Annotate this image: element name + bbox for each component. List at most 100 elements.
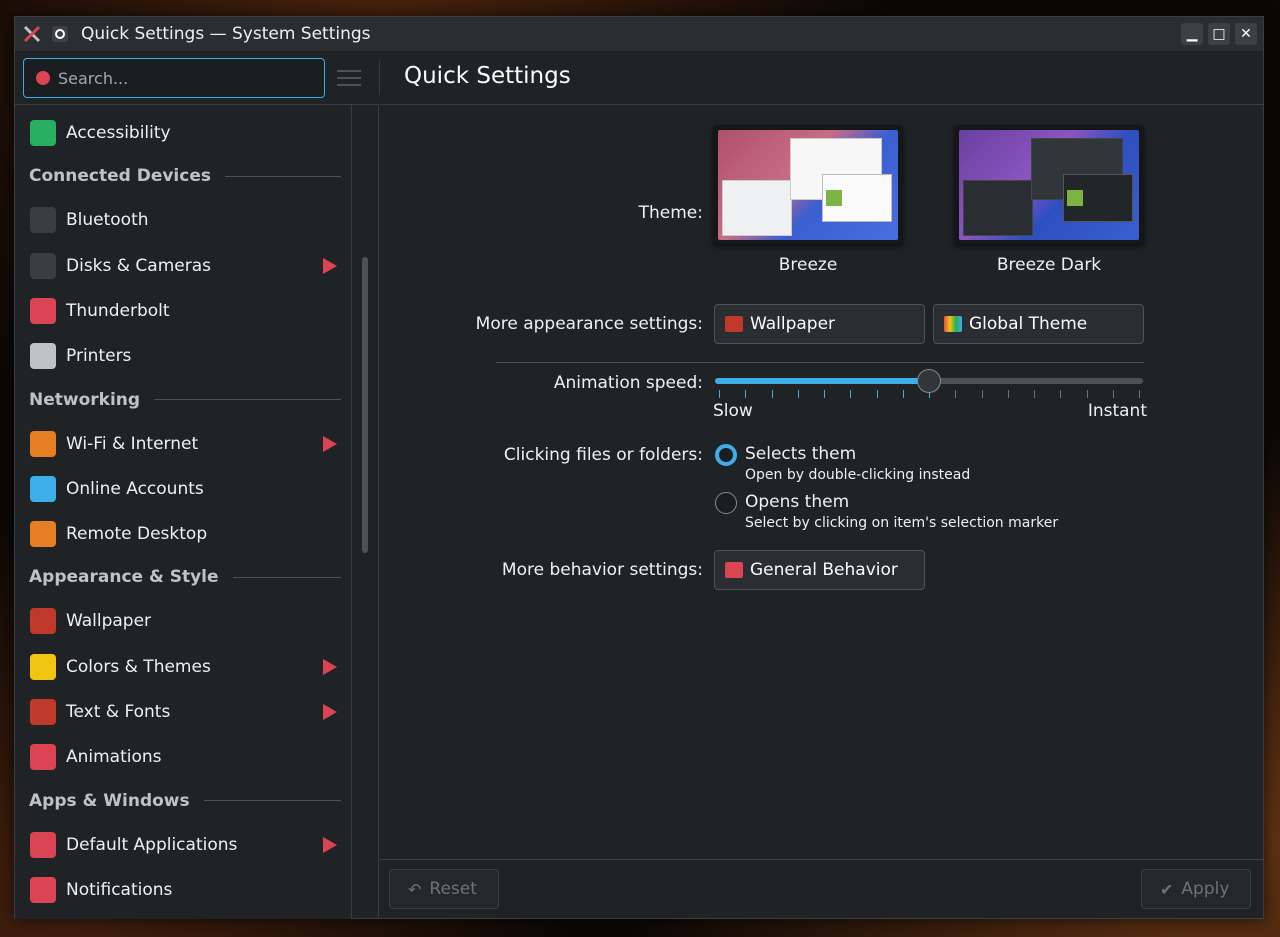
missing-icon	[30, 297, 56, 324]
sidebar-item[interactable]: Bluetooth	[15, 200, 351, 240]
theme-card-breeze[interactable]: Breeze	[713, 125, 903, 275]
search-input[interactable]	[58, 68, 298, 88]
slider-tick	[955, 390, 957, 398]
sidebar-item[interactable]: Thunderbolt	[15, 291, 351, 331]
slider-tick	[771, 390, 773, 398]
sidebar-category: Apps & Windows	[29, 789, 341, 813]
maximize-button[interactable]: □	[1208, 23, 1230, 45]
sidebar-category: Connected Devices	[29, 164, 341, 188]
minimize-button[interactable]: ▁	[1181, 23, 1203, 45]
sidebar-item[interactable]: Printers	[15, 336, 351, 376]
sidebar-category: Networking	[29, 388, 341, 412]
slider-tick	[902, 390, 904, 398]
more-appearance-label: More appearance settings:	[475, 314, 703, 334]
tools-icon	[30, 252, 56, 279]
sidebar-item[interactable]: Wallpaper	[15, 601, 351, 641]
accessibility-icon	[30, 120, 56, 146]
theme-label: Theme:	[638, 203, 703, 223]
animation-speed-slider[interactable]: Slow Instant	[713, 367, 1147, 427]
slider-handle[interactable]	[917, 369, 941, 393]
tools-icon[interactable]	[21, 23, 43, 45]
category-divider	[225, 175, 341, 177]
radio-description: Select by clicking on item's selection m…	[745, 515, 1059, 531]
wallpaper-icon	[725, 316, 743, 332]
slider-max-label: Instant	[1087, 401, 1147, 421]
submenu-arrow-icon	[323, 257, 337, 274]
sidebar-category: Appearance & Style	[29, 565, 341, 589]
main-content: Theme: Breeze Breeze Dark More appearanc…	[380, 105, 1263, 859]
radio-label: Opens them	[745, 492, 850, 512]
sidebar-item-label: Online Accounts	[66, 478, 204, 499]
general-behavior-button[interactable]: General Behavior	[714, 550, 925, 590]
general-behavior-button-label: General Behavior	[750, 560, 898, 580]
submenu-arrow-icon	[323, 704, 337, 720]
sidebar-item[interactable]: Animations	[15, 737, 351, 777]
system-settings-window: Quick Settings — System Settings ▁ □ ✕ A…	[14, 16, 1264, 919]
sidebar-item[interactable]: Text & Fonts	[15, 692, 351, 732]
apply-button[interactable]: ✔ Apply	[1141, 869, 1251, 909]
printer-icon	[30, 343, 56, 370]
wallpaper-button-label: Wallpaper	[750, 314, 836, 334]
sidebar-item-label: Text & Fonts	[66, 702, 171, 722]
minimize-icon: ▁	[1186, 26, 1198, 42]
sidebar-item-label: Colors & Themes	[66, 656, 211, 677]
sidebar-item[interactable]: Notifications	[15, 870, 351, 910]
sidebar-header	[15, 51, 379, 105]
sidebar-item[interactable]: Online Accounts	[15, 469, 351, 509]
slider-tick	[719, 390, 720, 398]
slider-tick	[850, 390, 852, 398]
slider-tick	[1060, 390, 1062, 398]
global-theme-button[interactable]: Global Theme	[933, 304, 1144, 344]
search-field[interactable]	[23, 58, 325, 98]
wallpaper-icon	[30, 608, 56, 635]
radio-button-checked[interactable]	[715, 444, 737, 466]
sidebar-item[interactable]: Remote Desktop	[15, 514, 351, 554]
animation-speed-label: Animation speed:	[553, 373, 703, 393]
theme-card-breeze-dark[interactable]: Breeze Dark	[954, 125, 1144, 275]
sidebar-item[interactable]: Colors & Themes	[15, 647, 351, 687]
close-button[interactable]: ✕	[1235, 23, 1257, 45]
more-behavior-label: More behavior settings:	[501, 560, 703, 580]
sidebar-category-label: Appearance & Style	[29, 567, 219, 588]
category-divider	[154, 399, 341, 400]
sidebar-item-label: Wi-Fi & Internet	[66, 433, 199, 454]
radio-description: Open by double-clicking instead	[745, 467, 971, 483]
sidebar-item[interactable]: Default Applications	[15, 825, 351, 865]
category-divider	[203, 800, 341, 802]
sidebar-category-label: Networking	[29, 389, 141, 410]
pin-icon[interactable]	[49, 23, 71, 45]
sidebar-item-label: Thunderbolt	[66, 300, 170, 321]
sidebar-item[interactable]: Accessibility	[15, 113, 351, 153]
reset-icon: ↶	[408, 879, 422, 899]
radio-selects-them[interactable]: Selects them Open by double-clicking ins…	[715, 444, 970, 483]
sidebar-item-label: Default Applications	[66, 834, 238, 855]
radio-button-unchecked[interactable]	[715, 492, 737, 514]
close-icon: ✕	[1240, 26, 1252, 42]
slider-min-label: Slow	[713, 401, 753, 421]
sidebar-item[interactable]: Wi-Fi & Internet	[15, 424, 351, 464]
checkmark-icon: ✔	[1160, 879, 1174, 899]
window-title: Quick Settings — System Settings	[81, 24, 371, 44]
theme-thumbnail-breeze[interactable]	[713, 125, 903, 245]
network-icon	[30, 430, 56, 457]
radio-label: Selects them	[745, 444, 857, 464]
missing-icon	[30, 876, 56, 903]
slider-tick	[1034, 390, 1035, 398]
sidebar-item-label: Notifications	[66, 879, 173, 900]
theme-name-breeze: Breeze	[778, 255, 838, 275]
missing-icon	[30, 744, 56, 771]
submenu-arrow-icon	[323, 435, 337, 452]
wallpaper-button[interactable]: Wallpaper	[714, 304, 925, 344]
radio-opens-them[interactable]: Opens them Select by clicking on item's …	[715, 492, 1058, 531]
color-palette-icon	[944, 316, 962, 332]
sidebar-scrollbar[interactable]	[351, 105, 379, 919]
category-divider	[232, 576, 341, 578]
slider-tick	[876, 390, 878, 398]
hamburger-menu-icon[interactable]	[337, 70, 361, 86]
maximize-icon: □	[1212, 26, 1226, 42]
slider-tick	[1086, 390, 1088, 398]
sidebar-item[interactable]: Disks & Cameras	[15, 246, 351, 286]
theme-thumbnail-breeze-dark[interactable]	[954, 125, 1144, 245]
reset-button[interactable]: ↶ Reset	[389, 869, 499, 909]
scrollbar-thumb[interactable]	[362, 257, 368, 553]
